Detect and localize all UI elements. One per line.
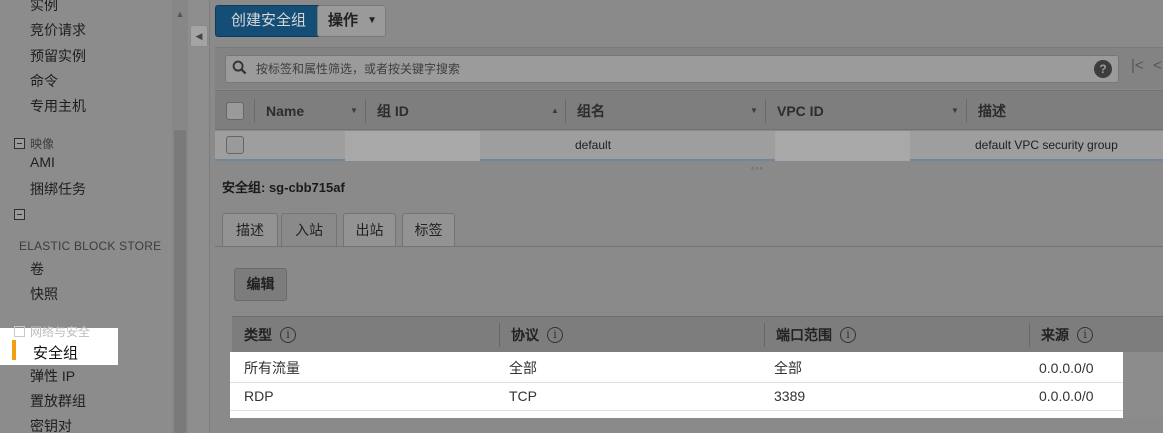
column-port-range: 端口范围 i: [776, 317, 856, 353]
column-description[interactable]: 描述: [978, 91, 1006, 131]
sidebar-item-bundle-tasks[interactable]: 捆绑任务: [30, 179, 86, 199]
collapse-left-icon[interactable]: ◀: [190, 25, 208, 47]
chevron-down-icon: ▼: [367, 15, 377, 26]
info-icon[interactable]: i: [1077, 327, 1093, 343]
sidebar-item-elastic-ip[interactable]: 弹性 IP: [30, 366, 75, 386]
column-name[interactable]: Name: [266, 91, 304, 131]
sidebar-collapse-rail: ◀: [188, 0, 210, 433]
rule-protocol: 全部: [509, 360, 537, 376]
sidebar-section-ebs-label: ELASTIC BLOCK STORE: [19, 239, 162, 253]
row-description: default VPC security group: [975, 138, 1118, 152]
column-group-id[interactable]: 组 ID: [377, 91, 409, 131]
column-source: 来源 i: [1041, 317, 1093, 353]
column-divider: [254, 99, 255, 123]
column-divider: [764, 323, 765, 347]
sidebar-item-ami[interactable]: AMI: [30, 154, 55, 170]
actions-label: 操作: [328, 12, 359, 29]
create-security-group-button[interactable]: 创建安全组: [215, 5, 322, 37]
tab-outbound[interactable]: 出站: [343, 213, 396, 247]
actions-button[interactable]: 操作 ▼: [317, 5, 386, 37]
collapse-icon[interactable]: [14, 326, 25, 337]
column-type-label: 类型: [244, 327, 272, 343]
table-row: 所有流量 全部 全部 0.0.0.0/0: [230, 354, 1123, 383]
info-icon[interactable]: i: [840, 327, 856, 343]
tab-tags[interactable]: 标签: [402, 213, 455, 247]
security-groups-table-header: Name ▼ 组 ID ▲ 组名 ▼ VPC ID ▼ 描述: [215, 90, 1163, 130]
detail-title: 安全组: sg-cbb715af: [222, 180, 345, 195]
sidebar-item-label: 安全组: [33, 345, 79, 362]
sidebar-section-ebs[interactable]: [14, 209, 25, 220]
column-divider: [1029, 323, 1030, 347]
sidebar-scroll-thumb[interactable]: [174, 130, 186, 433]
tab-underline: [215, 246, 1163, 247]
sidebar-item-placement-groups[interactable]: 置放群组: [30, 391, 86, 411]
collapse-icon[interactable]: [14, 209, 25, 220]
help-icon[interactable]: ?: [1094, 60, 1112, 78]
sidebar-item-volumes[interactable]: 卷: [30, 259, 44, 279]
sidebar-item-dedicated-hosts[interactable]: 专用主机: [30, 96, 86, 116]
tab-inbound[interactable]: 入站: [281, 213, 337, 248]
table-row[interactable]: default default VPC security group: [215, 131, 1163, 161]
sidebar-item-spot-requests[interactable]: 竞价请求: [30, 20, 86, 40]
search-input[interactable]: 按标签和属性筛选，或者按关键字搜索 ?: [225, 55, 1119, 83]
first-page-icon[interactable]: |<: [1131, 57, 1144, 74]
column-protocol: 协议 i: [511, 317, 563, 353]
row-checkbox[interactable]: [226, 136, 244, 154]
sidebar-item-reserved-instances[interactable]: 预留实例: [30, 46, 86, 66]
column-divider: [765, 99, 766, 123]
column-vpc-id[interactable]: VPC ID: [777, 91, 824, 131]
rule-type: 所有流量: [244, 360, 300, 376]
sort-icon[interactable]: ▼: [350, 91, 358, 131]
rule-type: RDP: [244, 388, 274, 404]
info-icon[interactable]: i: [547, 327, 563, 343]
search-placeholder: 按标签和属性筛选，或者按关键字搜索: [256, 62, 461, 76]
sidebar-section-network-label: 网络与安全: [30, 325, 91, 339]
rule-protocol: TCP: [509, 388, 537, 404]
scroll-up-icon[interactable]: ▲: [174, 8, 186, 20]
rule-port-range: 全部: [774, 360, 802, 376]
column-protocol-label: 协议: [511, 327, 539, 343]
redacted-group-id: [345, 131, 480, 161]
column-type: 类型 i: [244, 317, 296, 353]
column-port-range-label: 端口范围: [776, 327, 832, 343]
prev-page-icon[interactable]: <: [1153, 57, 1162, 74]
sidebar-section-network[interactable]: 网络与安全: [14, 323, 90, 340]
edit-button[interactable]: 编辑: [234, 268, 287, 301]
redacted-vpc-id: [775, 131, 910, 161]
rule-port-range: 3389: [774, 388, 806, 404]
sidebar-section-images[interactable]: 映像: [14, 135, 54, 152]
column-divider: [499, 323, 500, 347]
column-divider: [365, 99, 366, 123]
search-icon: [232, 60, 247, 75]
sidebar-section-images-label: 映像: [30, 137, 55, 151]
inbound-rules-header: 类型 i 协议 i 端口范围 i 来源 i: [232, 316, 1163, 352]
sidebar-item-security-groups[interactable]: 网络与安全 安全组: [0, 325, 118, 365]
sort-icon[interactable]: ▼: [951, 91, 959, 131]
column-source-label: 来源: [1041, 327, 1069, 343]
resize-handle-icon[interactable]: ◦◦◦: [751, 163, 764, 173]
collapse-icon[interactable]: [14, 138, 25, 149]
tab-description[interactable]: 描述: [222, 213, 278, 247]
table-row: RDP TCP 3389 0.0.0.0/0: [230, 382, 1123, 411]
info-icon[interactable]: i: [280, 327, 296, 343]
sidebar-item-key-pairs[interactable]: 密钥对: [30, 416, 72, 433]
sidebar: 实例 竞价请求 预留实例 命令 专用主机 映像 AMI 捆绑任务 ELASTIC…: [0, 0, 188, 433]
select-all-checkbox[interactable]: [226, 102, 244, 120]
sidebar-item-commands[interactable]: 命令: [30, 71, 58, 91]
sidebar-item-instances[interactable]: 实例: [30, 0, 58, 15]
filter-bar: 按标签和属性筛选，或者按关键字搜索 ?: [215, 47, 1163, 89]
rule-source: 0.0.0.0/0: [1039, 360, 1094, 376]
column-divider: [565, 99, 566, 123]
active-marker: [12, 340, 16, 360]
row-group-name: default: [575, 138, 612, 152]
rule-source: 0.0.0.0/0: [1039, 388, 1094, 404]
rules-table-overflow: [1123, 352, 1163, 418]
sort-asc-icon[interactable]: ▲: [551, 91, 559, 131]
sort-icon[interactable]: ▼: [750, 91, 758, 131]
inbound-rules-table: 所有流量 全部 全部 0.0.0.0/0 RDP TCP 3389 0.0.0.…: [230, 352, 1123, 418]
sidebar-item-snapshots[interactable]: 快照: [30, 284, 58, 304]
column-group-name[interactable]: 组名: [577, 91, 605, 131]
column-divider: [966, 99, 967, 123]
